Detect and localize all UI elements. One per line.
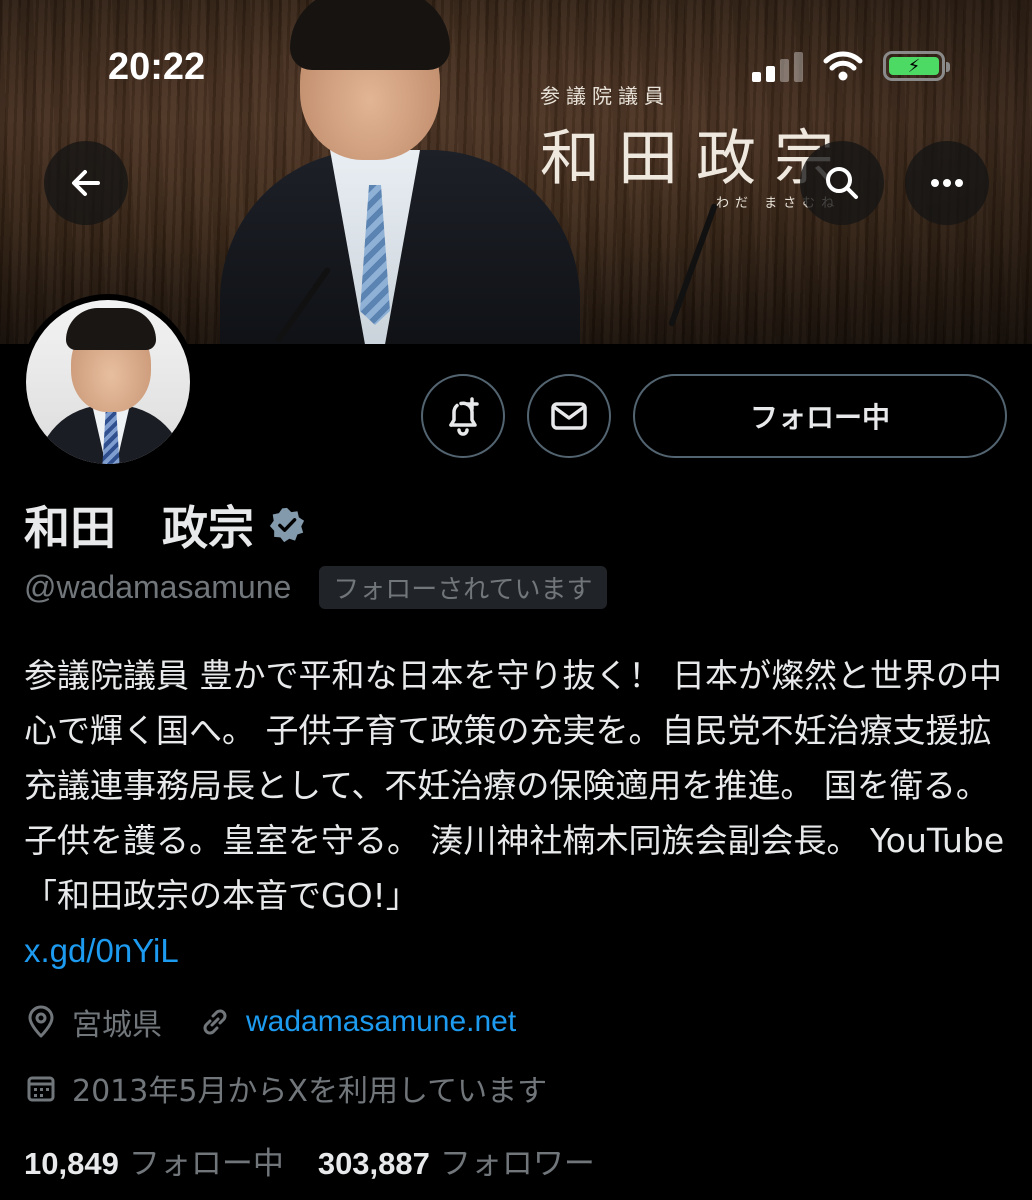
followers-label: フォロワー [439, 1146, 595, 1182]
follow-counts: 10,849 フォロー中 303,887 フォロワー [24, 1138, 595, 1183]
profile-location: 宮城県 [72, 1008, 162, 1043]
search-button[interactable] [800, 141, 884, 225]
profile-joined-date: 2013年5月からXを利用しています [72, 1074, 548, 1109]
following-count: 10,849 [24, 1146, 119, 1181]
following-count-link[interactable]: 10,849 フォロー中 [24, 1138, 284, 1183]
search-icon [826, 167, 858, 199]
follows-you-badge: フォローされています [319, 566, 607, 609]
profile-joined-row: 2013年5月からXを利用しています [24, 1066, 547, 1110]
battery-icon: ⚡ [883, 51, 950, 81]
bio-link[interactable]: x.gd/0nYiL [24, 932, 179, 969]
following-button[interactable]: フォロー中 [633, 374, 1007, 458]
user-handle: @wadamasamune [24, 569, 292, 605]
back-button[interactable] [44, 141, 128, 225]
arrow-left-icon [72, 170, 100, 196]
profile-bio: 参議院議員 豊かで平和な日本を守り抜く！ 日本が燦然と世界の中心で輝く国へ。 子… [24, 648, 1014, 978]
more-horizontal-icon [931, 179, 963, 187]
message-button[interactable] [527, 374, 611, 458]
banner-title-small: 参議院議員 [540, 84, 670, 108]
followers-count: 303,887 [317, 1146, 430, 1181]
avatar[interactable] [20, 294, 196, 470]
envelope-icon [551, 402, 587, 430]
followers-count-link[interactable]: 303,887 フォロワー [318, 1138, 595, 1183]
link-icon [198, 1005, 232, 1039]
following-label: フォロー中 [128, 1146, 284, 1182]
profile-website-link[interactable]: wadamasamune.net [246, 1005, 516, 1039]
location-pin-icon [24, 1005, 58, 1039]
status-indicators: ⚡ [752, 50, 950, 82]
handle-row: @wadamasamune フォローされています [24, 566, 607, 609]
cellular-signal-icon [752, 50, 803, 82]
status-time: 20:22 [108, 46, 206, 88]
bell-plus-icon [449, 397, 479, 436]
profile-name-row: 和田 政宗 [24, 492, 306, 558]
notifications-button[interactable] [421, 374, 505, 458]
calendar-icon [24, 1071, 58, 1105]
verified-badge-icon[interactable] [268, 506, 306, 544]
bio-text: 参議院議員 豊かで平和な日本を守り抜く！ 日本が燦然と世界の中心で輝く国へ。 子… [24, 656, 1005, 915]
more-button[interactable] [905, 141, 989, 225]
wifi-icon [823, 51, 863, 81]
profile-meta-row: 宮城県 wadamasamune.net [24, 1000, 516, 1044]
banner-speaker-photo [190, 0, 590, 344]
display-name: 和田 政宗 [24, 501, 254, 555]
